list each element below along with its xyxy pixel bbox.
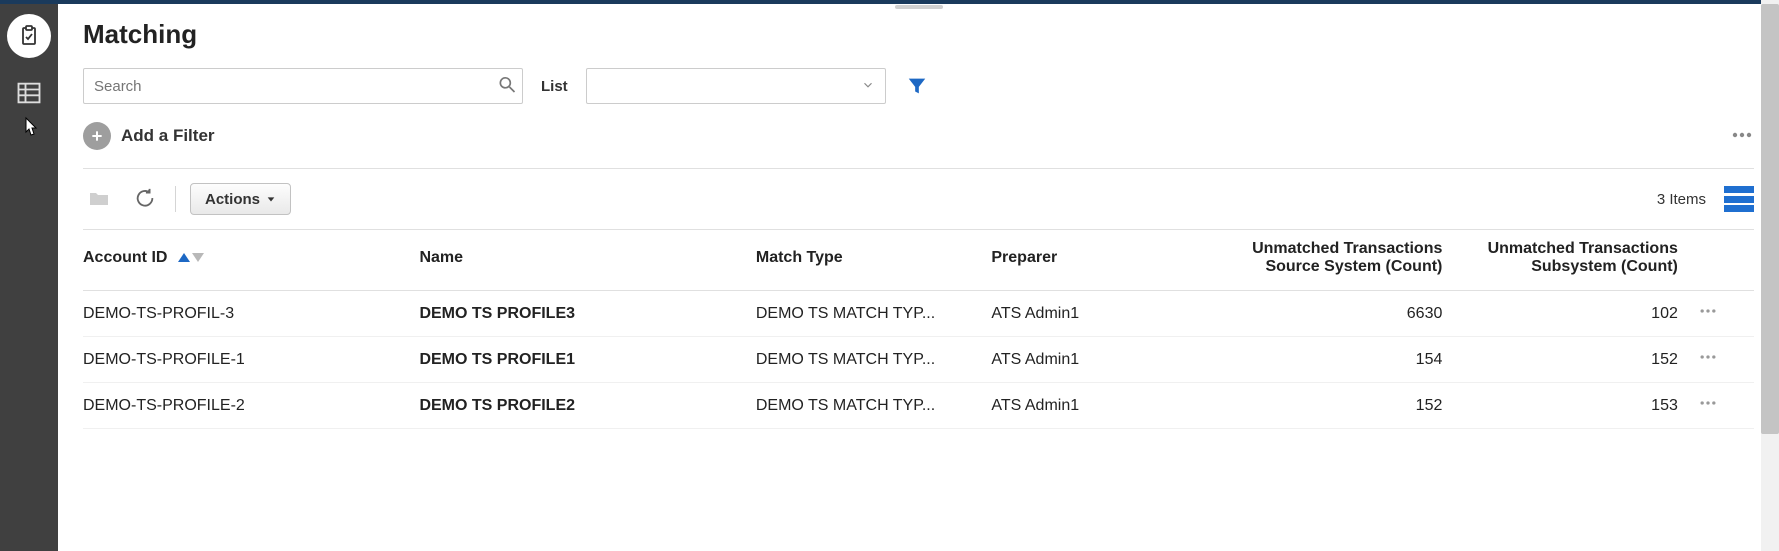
col-name[interactable]: Name	[419, 230, 755, 291]
plus-circle-icon	[83, 122, 111, 150]
col-name-label: Name	[419, 249, 463, 266]
cell-source-count: 154	[1216, 337, 1463, 383]
more-horizontal-icon	[1698, 301, 1718, 321]
list-select[interactable]	[586, 68, 886, 104]
cell-name-link[interactable]: DEMO TS PROFILE3	[419, 291, 755, 337]
nav-matching-button[interactable]	[12, 76, 46, 110]
col-preparer[interactable]: Preparer	[991, 230, 1215, 291]
col-source-count-label: Unmatched Transactions Source System (Co…	[1252, 240, 1442, 275]
list-view-toggle[interactable]	[1724, 186, 1754, 212]
grid-checklist-icon	[15, 79, 43, 107]
clipboard-icon	[17, 24, 41, 48]
col-match-type-label: Match Type	[756, 249, 843, 266]
actions-label: Actions	[205, 191, 260, 208]
cell-match-type: DEMO TS MATCH TYP...	[756, 337, 992, 383]
actions-menu-button[interactable]: Actions	[190, 183, 291, 215]
refresh-button[interactable]	[129, 183, 161, 215]
table-header-row: Account ID Name Match Type Preparer Unma…	[83, 230, 1754, 291]
cell-row-actions	[1698, 383, 1754, 429]
main-content: Matching List	[58, 4, 1779, 551]
funnel-icon	[906, 75, 928, 97]
col-account-id-label: Account ID	[83, 249, 167, 266]
sort-asc-icon	[178, 253, 190, 262]
caret-down-icon	[266, 194, 276, 204]
search-icon[interactable]	[497, 75, 517, 98]
more-horizontal-icon	[1698, 347, 1718, 367]
cell-match-type: DEMO TS MATCH TYP...	[756, 383, 992, 429]
filter-bar: Add a Filter	[83, 114, 1754, 169]
cell-account-id: DEMO-TS-PROFILE-2	[83, 383, 419, 429]
refresh-icon	[134, 188, 156, 210]
folder-open-button[interactable]	[83, 183, 115, 215]
cell-match-type: DEMO TS MATCH TYP...	[756, 291, 992, 337]
sort-desc-icon	[192, 253, 204, 262]
cell-preparer-link[interactable]: ATS Admin1	[991, 291, 1215, 337]
row-more-button[interactable]	[1698, 400, 1718, 417]
cell-account-id: DEMO-TS-PROFIL-3	[83, 291, 419, 337]
chevron-down-icon	[861, 78, 875, 95]
col-source-count[interactable]: Unmatched Transactions Source System (Co…	[1216, 230, 1463, 291]
search-wrapper	[83, 68, 523, 104]
cell-name-link[interactable]: DEMO TS PROFILE2	[419, 383, 755, 429]
col-subsystem-count-label: Unmatched Transactions Subsystem (Count)	[1488, 240, 1678, 275]
col-subsystem-count[interactable]: Unmatched Transactions Subsystem (Count)	[1462, 230, 1698, 291]
cell-name-link[interactable]: DEMO TS PROFILE1	[419, 337, 755, 383]
list-label: List	[541, 78, 568, 95]
nav-worklist-button[interactable]	[7, 14, 51, 58]
col-actions	[1698, 230, 1754, 291]
filter-more-button[interactable]	[1730, 123, 1754, 150]
toolbar-divider	[175, 186, 176, 212]
col-match-type[interactable]: Match Type	[756, 230, 992, 291]
cell-source-count: 152	[1216, 383, 1463, 429]
cell-account-id: DEMO-TS-PROFILE-1	[83, 337, 419, 383]
col-account-id[interactable]: Account ID	[83, 230, 419, 291]
cell-preparer-link[interactable]: ATS Admin1	[991, 383, 1215, 429]
row-more-button[interactable]	[1698, 354, 1718, 371]
row-more-button[interactable]	[1698, 308, 1718, 325]
table-row[interactable]: DEMO-TS-PROFILE-2 DEMO TS PROFILE2 DEMO …	[83, 383, 1754, 429]
table-toolbar: Actions 3 Items	[83, 169, 1754, 229]
col-preparer-label: Preparer	[991, 249, 1057, 266]
filter-button[interactable]	[904, 73, 930, 99]
sort-indicator	[178, 253, 204, 262]
more-horizontal-icon	[1730, 123, 1754, 147]
cell-subsystem-count: 152	[1462, 337, 1698, 383]
search-toolbar: List	[83, 68, 1754, 104]
table-row[interactable]: DEMO-TS-PROFILE-1 DEMO TS PROFILE1 DEMO …	[83, 337, 1754, 383]
cell-subsystem-count: 102	[1462, 291, 1698, 337]
panel-drag-handle[interactable]	[894, 4, 944, 10]
cell-row-actions	[1698, 291, 1754, 337]
cell-source-count: 6630	[1216, 291, 1463, 337]
side-rail	[0, 4, 58, 551]
folder-icon	[87, 187, 111, 211]
cell-subsystem-count: 153	[1462, 383, 1698, 429]
add-filter-label: Add a Filter	[121, 126, 215, 146]
matching-table: Account ID Name Match Type Preparer Unma…	[83, 229, 1754, 429]
search-input[interactable]	[83, 68, 523, 104]
more-horizontal-icon	[1698, 393, 1718, 413]
page-title: Matching	[83, 19, 1754, 50]
scrollbar-thumb[interactable]	[1761, 4, 1779, 434]
items-count: 3 Items	[1657, 191, 1706, 208]
add-filter-button[interactable]: Add a Filter	[83, 122, 215, 150]
table-row[interactable]: DEMO-TS-PROFIL-3 DEMO TS PROFILE3 DEMO T…	[83, 291, 1754, 337]
cell-row-actions	[1698, 337, 1754, 383]
cell-preparer-link[interactable]: ATS Admin1	[991, 337, 1215, 383]
